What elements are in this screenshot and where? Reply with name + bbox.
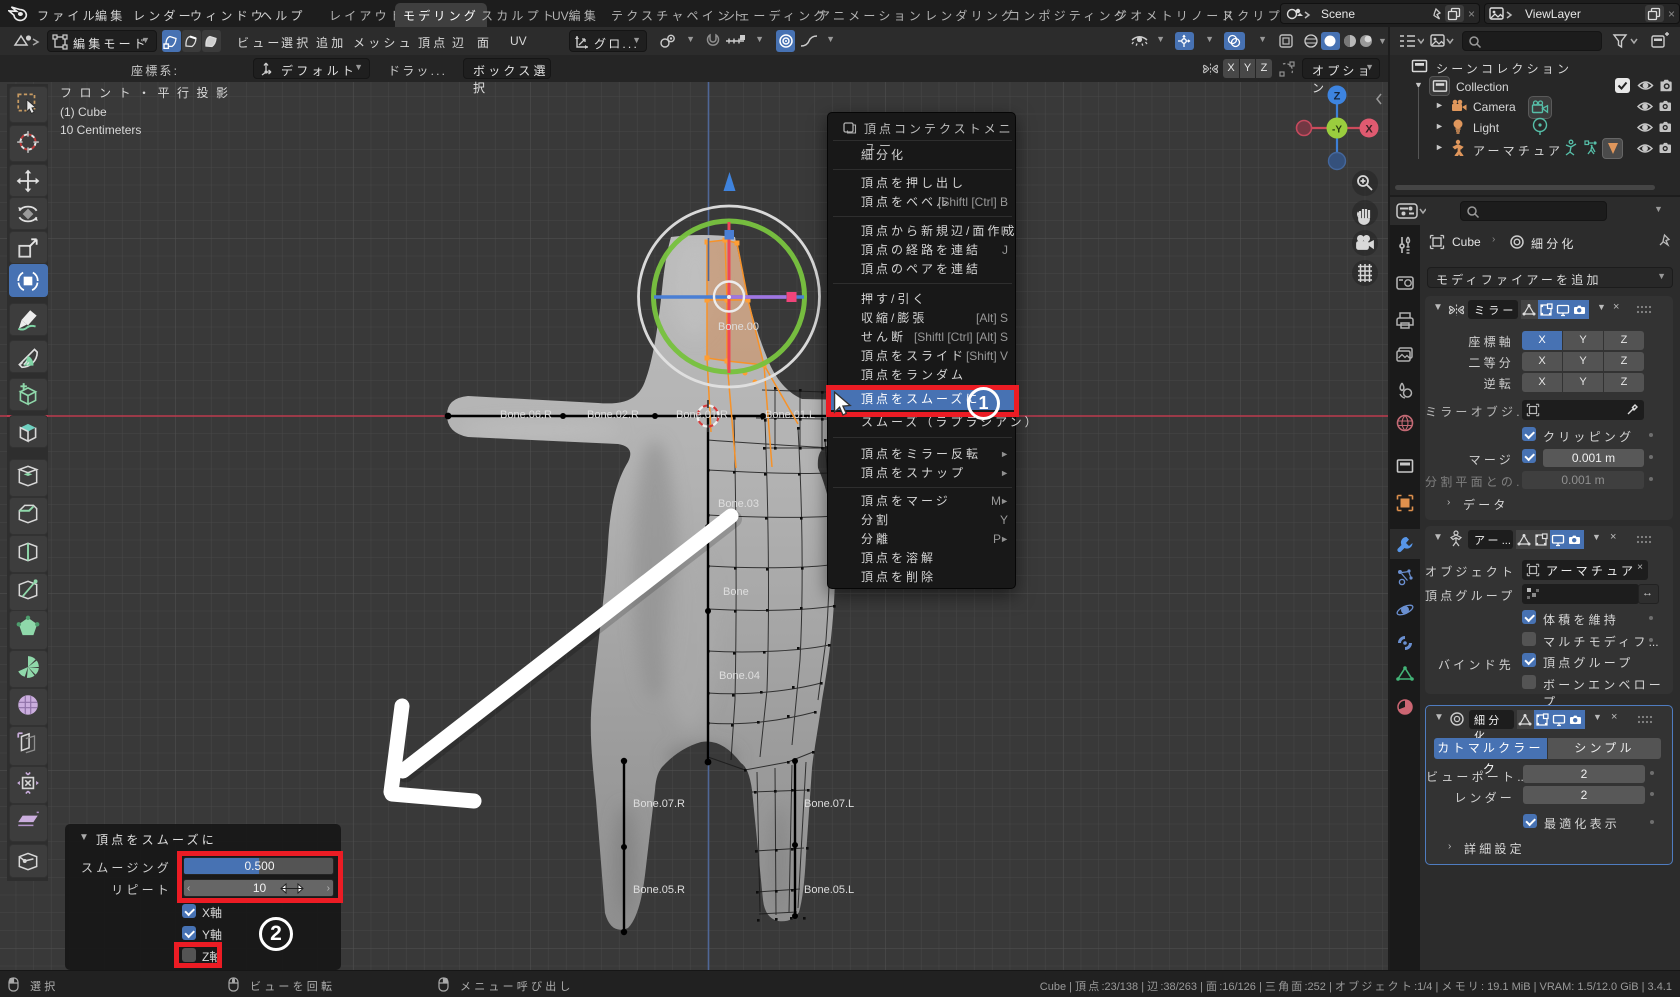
svg-text:Bone.02.R: Bone.02.R [587,409,639,421]
svg-text:Bone.07.R: Bone.07.R [633,798,685,810]
svg-text:Bone.07.L: Bone.07.L [804,798,854,810]
svg-text:(1) Cube: (1) Cube [60,105,107,119]
svg-text:Bone.04: Bone.04 [719,670,760,682]
svg-text:-Y: -Y [1332,125,1342,136]
svg-text:Bone.03: Bone.03 [718,498,759,510]
svg-text:Bone.01.L: Bone.01.L [765,409,815,421]
svg-text:Bone.01.R: Bone.01.R [676,409,728,421]
svg-text:Bone.05.R: Bone.05.R [633,884,685,896]
svg-text:Bone.00: Bone.00 [718,321,759,333]
svg-text:フロント・平行投影: フロント・平行投影 [60,85,236,100]
svg-text:X: X [1365,124,1373,136]
svg-text:Bone.05.L: Bone.05.L [804,884,854,896]
svg-text:Bone: Bone [723,586,749,598]
svg-text:Bone.06.R: Bone.06.R [500,409,552,421]
svg-text:10 Centimeters: 10 Centimeters [60,123,141,137]
